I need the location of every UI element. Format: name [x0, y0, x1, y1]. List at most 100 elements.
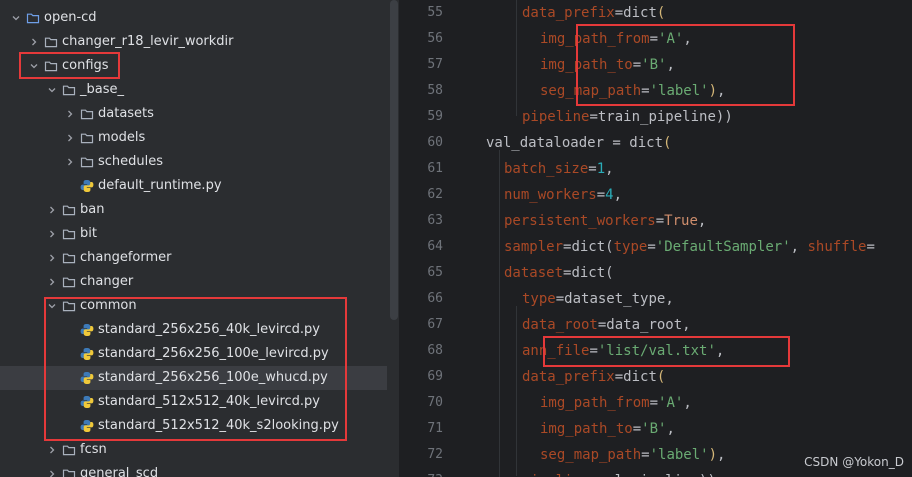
code-line[interactable]: data_prefix=dict(	[522, 0, 665, 26]
code-token: (	[605, 265, 614, 281]
chevron-right-icon[interactable]	[64, 108, 76, 120]
chevron-right-icon[interactable]	[28, 36, 40, 48]
line-number: 61	[427, 161, 443, 176]
code-token: data_root	[522, 317, 598, 333]
tree-item-ban[interactable]: ban	[0, 198, 399, 222]
tree-item-models[interactable]: models	[0, 126, 399, 150]
code-line[interactable]: data_root=data_root,	[522, 312, 691, 338]
line-number: 60	[427, 135, 443, 150]
tree-item-label: changer_r18_levir_workdir	[62, 34, 234, 49]
tree-scrollbar[interactable]	[390, 0, 398, 320]
code-token: type	[613, 239, 648, 255]
code-token: ,	[697, 213, 707, 229]
tree-item-fcsn[interactable]: fcsn	[0, 438, 399, 462]
code-token: 'DefaultSampler'	[655, 239, 791, 255]
code-token: ))	[715, 109, 733, 125]
code-token: shuffle	[807, 239, 867, 255]
tree-item-changeformer[interactable]: changeformer	[0, 246, 399, 270]
tree-item-schedules[interactable]: schedules	[0, 150, 399, 174]
chevron-right-icon[interactable]	[46, 276, 58, 288]
python-file-icon	[80, 179, 94, 193]
code-token: =	[647, 239, 656, 255]
tree-item-open-cd[interactable]: open-cd	[0, 6, 399, 30]
code-token: 1	[596, 161, 606, 177]
tree-item-label: bit	[80, 226, 97, 241]
code-line[interactable]: pipeline=val_pipeline))	[522, 468, 716, 477]
folder-icon	[44, 35, 58, 49]
code-line[interactable]: num_workers=4,	[504, 182, 622, 208]
indent-guide	[515, 0, 517, 116]
folder-icon	[80, 107, 94, 121]
code-token: data_prefix	[522, 369, 615, 385]
chevron-right-icon[interactable]	[64, 132, 76, 144]
line-number: 67	[427, 317, 443, 332]
code-token: seg_map_path	[540, 447, 642, 463]
code-token: =	[589, 109, 598, 125]
chevron-right-icon[interactable]	[46, 252, 58, 264]
code-token: =	[614, 5, 624, 21]
code-token: img_path_from	[540, 395, 650, 411]
chevron-right-icon[interactable]	[46, 468, 58, 477]
folder-icon	[62, 467, 76, 477]
code-token: ,	[605, 161, 614, 177]
code-token: (	[663, 135, 672, 151]
tree-item-label: changer	[80, 274, 134, 289]
code-token: data_prefix	[522, 5, 615, 21]
code-line[interactable]: data_prefix=dict(	[522, 364, 665, 390]
code-token: dict	[629, 135, 664, 151]
code-line[interactable]: img_path_from='A',	[540, 390, 692, 416]
code-token: ,	[790, 239, 808, 255]
code-token: =	[655, 213, 665, 229]
highlight-box-ann-file	[543, 336, 790, 367]
code-line[interactable]: val_dataloader = dict(	[486, 130, 671, 156]
code-line[interactable]: seg_map_path='label'),	[540, 442, 725, 468]
tree-item-label: fcsn	[80, 442, 107, 457]
line-number: 68	[427, 343, 443, 358]
code-line[interactable]: pipeline=train_pipeline))	[522, 104, 733, 130]
code-token: ,	[683, 395, 692, 411]
code-token: dataset	[504, 265, 564, 281]
code-token: pipeline	[522, 109, 590, 125]
code-token: dict	[623, 5, 657, 21]
code-line[interactable]: dataset=dict(	[504, 260, 614, 286]
code-token: 'label'	[649, 447, 709, 463]
code-token: num_workers	[504, 187, 597, 203]
code-token: =	[588, 161, 597, 177]
code-line[interactable]: type=dataset_type,	[522, 286, 674, 312]
chevron-right-icon[interactable]	[64, 156, 76, 168]
tree-item-bit[interactable]: bit	[0, 222, 399, 246]
chevron-down-icon[interactable]	[10, 12, 22, 24]
tree-item-default-runtime-py[interactable]: default_runtime.py	[0, 174, 399, 198]
tree-item-base[interactable]: _base_	[0, 78, 399, 102]
code-token: train_pipeline	[597, 109, 716, 125]
line-number: 62	[427, 187, 443, 202]
code-token: =	[589, 473, 597, 477]
line-number: 56	[427, 31, 443, 46]
tree-item-changer[interactable]: changer	[0, 270, 399, 294]
code-token: =	[555, 291, 565, 307]
tree-item-general-scd[interactable]: general_scd	[0, 462, 399, 477]
folder-icon	[62, 83, 76, 97]
tree-item-changer-r18-levir-workdir[interactable]: changer_r18_levir_workdir	[0, 30, 399, 54]
chevron-right-icon[interactable]	[46, 444, 58, 456]
code-line[interactable]: sampler=dict(type='DefaultSampler', shuf…	[504, 234, 875, 260]
line-number: 69	[427, 369, 443, 384]
indent-guide	[515, 306, 517, 476]
code-token: val_dataloader =	[486, 135, 630, 151]
code-token: =	[614, 369, 624, 385]
line-number: 55	[427, 5, 443, 20]
tree-item-datasets[interactable]: datasets	[0, 102, 399, 126]
code-token: dict	[623, 369, 657, 385]
line-number: 59	[427, 109, 443, 124]
highlight-box-common-files	[44, 297, 347, 441]
code-token: =	[641, 447, 650, 463]
folder-icon	[80, 155, 94, 169]
highlight-box-configs	[19, 52, 120, 79]
code-line[interactable]: persistent_workers=True,	[504, 208, 706, 234]
code-line[interactable]: img_path_to='B',	[540, 416, 675, 442]
chevron-down-icon[interactable]	[46, 84, 58, 96]
code-line[interactable]: batch_size=1,	[504, 156, 614, 182]
chevron-right-icon[interactable]	[46, 204, 58, 216]
folder-icon	[80, 131, 94, 145]
chevron-right-icon[interactable]	[46, 228, 58, 240]
